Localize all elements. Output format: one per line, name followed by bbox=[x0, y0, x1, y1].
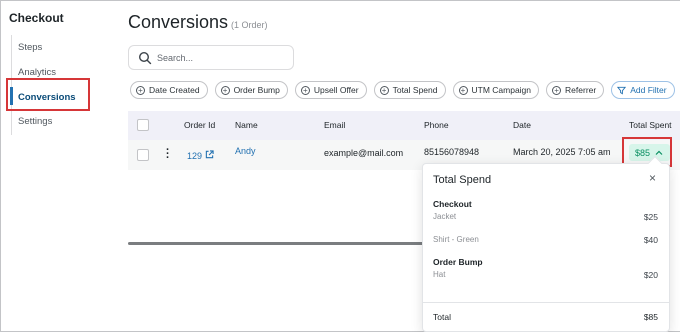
cell-phone: 85156078948 bbox=[424, 147, 480, 157]
plus-icon: + bbox=[220, 85, 230, 95]
order-id-link[interactable]: 129 bbox=[187, 150, 214, 161]
col-email: Email bbox=[324, 120, 346, 130]
search-input[interactable] bbox=[157, 49, 287, 66]
order-count: (1 Order) bbox=[231, 20, 268, 30]
col-phone: Phone bbox=[424, 120, 449, 130]
total-spend-popover: Total Spend × Checkout Jacket $25 Shirt … bbox=[422, 155, 670, 332]
amount-shirt-green: $40 bbox=[643, 235, 658, 245]
cell-date: March 20, 2025 7:05 am bbox=[513, 147, 611, 157]
sidebar-title: Checkout bbox=[9, 11, 64, 25]
plus-icon: + bbox=[136, 85, 145, 95]
amount-jacket: $25 bbox=[643, 212, 658, 222]
total-amount: $85 bbox=[643, 312, 658, 322]
filter-chips: + Date Created + Order Bump + Upsell Offer … bbox=[130, 81, 675, 99]
sidebar: Checkout Steps Analytics Conversions Set… bbox=[1, 1, 108, 331]
search-icon bbox=[138, 51, 152, 65]
section-order-bump: Order Bump bbox=[433, 257, 483, 267]
col-name: Name bbox=[235, 120, 258, 130]
close-icon[interactable]: × bbox=[649, 171, 656, 185]
external-link-icon bbox=[205, 150, 214, 159]
item-jacket: Jacket bbox=[433, 212, 457, 221]
col-total-spent: Total Spent bbox=[629, 120, 672, 130]
filter-referrer[interactable]: + Referrer bbox=[546, 81, 605, 99]
filter-total-spend[interactable]: + Total Spend bbox=[373, 81, 446, 99]
row-actions-icon[interactable]: · · · bbox=[166, 145, 170, 164]
plus-icon: + bbox=[379, 85, 389, 95]
sidebar-item-analytics[interactable]: Analytics bbox=[18, 67, 56, 78]
filter-utm-campaign[interactable]: + UTM Campaign bbox=[452, 81, 540, 99]
table-header: Order Id Name Email Phone Date Total Spe… bbox=[128, 111, 680, 140]
search-box bbox=[128, 45, 294, 70]
col-order-id: Order Id bbox=[184, 120, 216, 130]
amount-hat: $20 bbox=[643, 270, 658, 280]
cell-email: example@mail.com bbox=[324, 148, 404, 158]
funnel-icon bbox=[617, 86, 627, 94]
filter-date-created[interactable]: + Date Created bbox=[130, 81, 208, 99]
plus-icon: + bbox=[300, 85, 310, 95]
item-hat: Hat bbox=[433, 270, 446, 279]
page-title: Conversions (1 Order) bbox=[128, 12, 268, 32]
section-checkout: Checkout bbox=[433, 199, 472, 209]
customer-name-link[interactable]: Andy bbox=[235, 146, 256, 156]
plus-icon: + bbox=[458, 85, 468, 95]
filter-order-bump[interactable]: + Order Bump bbox=[214, 81, 288, 99]
add-filter-button[interactable]: Add Filter bbox=[611, 81, 675, 99]
highlight-box-conversions bbox=[6, 78, 90, 111]
col-date: Date bbox=[513, 120, 531, 130]
total-label: Total bbox=[433, 312, 451, 322]
horizontal-scrollbar[interactable] bbox=[128, 242, 424, 245]
popover-divider bbox=[423, 302, 669, 303]
plus-icon: + bbox=[552, 85, 562, 95]
item-shirt-green: Shirt - Green bbox=[433, 235, 479, 244]
popover-title: Total Spend bbox=[433, 174, 492, 186]
sidebar-item-steps[interactable]: Steps bbox=[18, 42, 42, 53]
row-checkbox[interactable] bbox=[137, 149, 149, 161]
filter-upsell-offer[interactable]: + Upsell Offer bbox=[294, 81, 367, 99]
select-all-checkbox[interactable] bbox=[137, 119, 149, 131]
sidebar-item-settings[interactable]: Settings bbox=[18, 116, 52, 127]
